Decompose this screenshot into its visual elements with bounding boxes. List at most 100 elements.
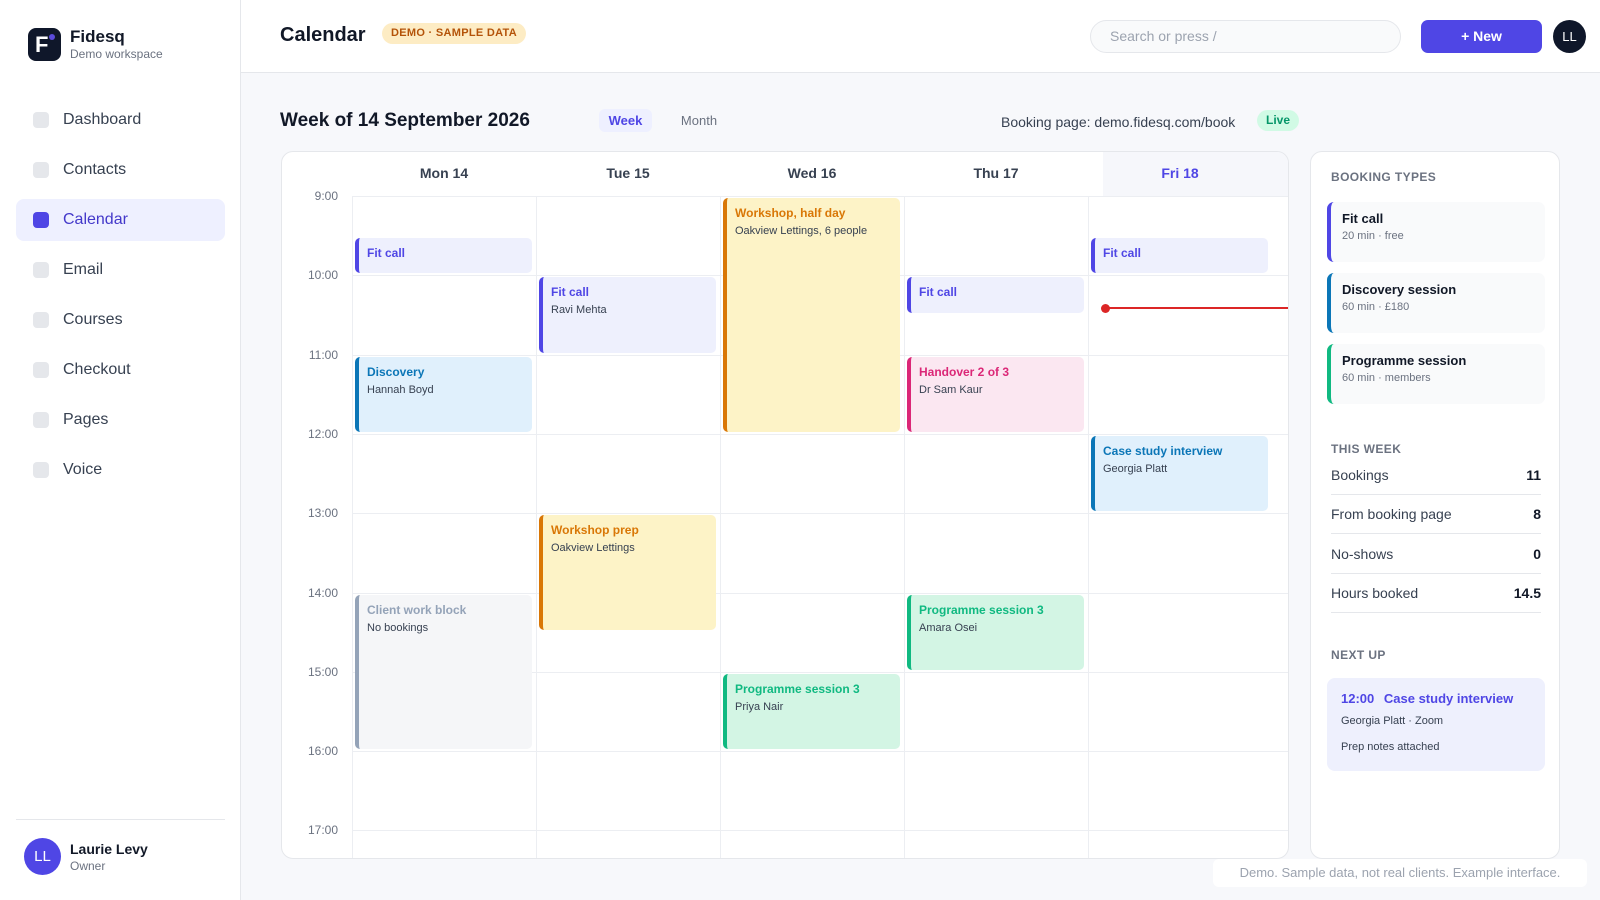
booking-type-card[interactable]: Discovery session 60 min · £180 (1327, 273, 1545, 333)
booking-type-detail: 60 min · £180 (1342, 301, 1410, 313)
page-title: Calendar (280, 24, 366, 46)
stat-label: Hours booked (1331, 584, 1419, 601)
time-label: 10:00 (307, 268, 338, 283)
calendar-event[interactable]: Handover 2 of 3 Dr Sam Kaur (907, 356, 1084, 432)
calendar-event[interactable]: Fit call Ravi Mehta (539, 277, 716, 353)
account-avatar[interactable]: LL (1553, 20, 1586, 53)
day-header[interactable]: Mon 14 (352, 165, 536, 185)
footer-note: Demo. Sample data, not real clients. Exa… (1213, 859, 1587, 887)
next-up-title-text: Case study interview (1383, 691, 1514, 706)
event-subtitle: Georgia Platt (1103, 462, 1168, 475)
calendar-icon (33, 212, 49, 228)
booking-type-name: Fit call (1342, 211, 1384, 226)
sidebar-nav: Dashboard Contacts Calendar Email Courses Che… (16, 99, 225, 499)
user-name: Laurie Levy (70, 840, 148, 857)
stat-row: Hours booked 14.5 (1331, 573, 1541, 613)
stat-row: No-shows 0 (1331, 534, 1541, 574)
booking-type-card[interactable]: Programme session 60 min · members (1327, 344, 1545, 404)
day-column-divider (904, 196, 905, 858)
time-label: 15:00 (307, 664, 338, 679)
sidebar-item-label: Contacts (63, 161, 127, 178)
stat-value: 0 (1533, 545, 1541, 562)
event-title: Discovery (367, 364, 425, 379)
booking-type-card[interactable]: Fit call 20 min · free (1327, 202, 1545, 262)
time-label: 13:00 (307, 506, 338, 521)
booking-type-detail: 60 min · members (1342, 372, 1431, 384)
sidebar-item-label: Dashboard (63, 111, 142, 128)
time-label: 12:00 (307, 426, 338, 441)
demo-badge: DEMO · SAMPLE DATA (382, 23, 526, 44)
hour-gridline (352, 433, 1288, 435)
event-subtitle: Ravi Mehta (551, 304, 607, 317)
calendar-event[interactable]: Fit call (355, 237, 532, 274)
calendar-event[interactable]: Programme session 3 Amara Osei (907, 594, 1084, 670)
stat-value: 11 (1526, 466, 1541, 483)
booking-types-title: BOOKING TYPES (1331, 170, 1437, 184)
day-header[interactable]: Wed 16 (720, 165, 904, 185)
sidebar-item-dashboard[interactable]: Dashboard (16, 99, 225, 141)
user-profile[interactable]: LL Laurie Levy Owner (24, 838, 148, 875)
event-title: Fit call (919, 285, 958, 300)
booking-page-link[interactable]: Booking page: demo.fidesq.com/book (1001, 114, 1235, 130)
booking-type-name: Discovery session (1342, 282, 1457, 297)
hour-gridline (352, 592, 1288, 594)
time-label: 9:00 (314, 189, 338, 203)
day-header[interactable]: Tue 15 (536, 165, 720, 185)
sidebar-item-contacts[interactable]: Contacts (16, 149, 225, 191)
next-up-card[interactable]: 12:00 Case study interview Georgia Platt… (1327, 678, 1545, 771)
hour-gridline (352, 513, 1288, 515)
event-title: Programme session 3 (735, 681, 860, 696)
day-column-divider (352, 196, 353, 858)
courses-icon (33, 312, 49, 328)
event-title: Case study interview (1103, 443, 1223, 458)
contacts-icon (33, 162, 49, 178)
day-header[interactable]: Fri 18 (1088, 165, 1272, 185)
day-column-divider (536, 196, 537, 858)
booking-type-detail: 20 min · free (1342, 230, 1404, 242)
user-role: Owner (70, 858, 106, 873)
calendar-event[interactable]: Discovery Hannah Boyd (355, 356, 532, 432)
sidebar-item-label: Checkout (63, 361, 131, 378)
user-avatar: LL (24, 838, 61, 875)
brand-subtitle: Demo workspace (70, 47, 163, 61)
stat-label: Bookings (1331, 466, 1389, 483)
next-up-meta: Georgia Platt · Zoom (1341, 715, 1444, 727)
event-title: Workshop, half day (735, 206, 846, 220)
voice-icon (33, 462, 49, 478)
brand-logo-dot (49, 34, 55, 40)
event-subtitle: Oakview Lettings, 6 people (735, 225, 868, 237)
stat-row: Bookings 11 (1331, 455, 1541, 495)
top-bar: Calendar DEMO · SAMPLE DATA Search or pr… (241, 0, 1600, 73)
day-column-divider (720, 196, 721, 858)
calendar-event[interactable]: Fit call (907, 277, 1084, 313)
live-badge: Live (1257, 110, 1299, 131)
sidebar-item-voice[interactable]: Voice (16, 449, 225, 491)
sidebar-item-checkout[interactable]: Checkout (16, 349, 225, 391)
sidebar-item-label: Voice (63, 461, 103, 478)
sidebar-item-courses[interactable]: Courses (16, 299, 225, 341)
calendar-event[interactable]: Case study interview Georgia Platt (1091, 435, 1268, 512)
view-month-tab[interactable]: Month (667, 109, 731, 132)
time-label: 16:00 (307, 744, 338, 759)
calendar-event[interactable]: Programme session 3 Priya Nair (723, 673, 900, 750)
view-week-tab[interactable]: Week (599, 109, 652, 132)
calendar-event[interactable]: Client work block No bookings (355, 594, 532, 750)
stat-row: From booking page 8 (1331, 494, 1541, 534)
stat-label: From booking page (1331, 505, 1452, 522)
calendar-event[interactable]: Fit call (1091, 237, 1268, 274)
brand[interactable]: F Fidesq Demo workspace (28, 28, 163, 61)
brand-logo: F (28, 28, 61, 61)
event-title: Handover 2 of 3 (919, 364, 1010, 379)
sidebar-item-email[interactable]: Email (16, 249, 225, 291)
calendar-event[interactable]: Workshop, half day Oakview Lettings, 6 pe… (723, 198, 900, 432)
new-button[interactable]: + New (1421, 20, 1542, 53)
event-subtitle: Amara Osei (919, 621, 978, 634)
day-header[interactable]: Thu 17 (904, 165, 1088, 185)
event-title: Client work block (367, 602, 467, 617)
current-time-line (1106, 307, 1288, 310)
sidebar-item-calendar[interactable]: Calendar (16, 199, 225, 241)
sidebar-item-pages[interactable]: Pages (16, 399, 225, 441)
calendar-event[interactable]: Workshop prep Oakview Lettings (539, 515, 716, 631)
search-input[interactable]: Search or press / (1090, 20, 1401, 53)
time-label: 14:00 (307, 585, 338, 600)
